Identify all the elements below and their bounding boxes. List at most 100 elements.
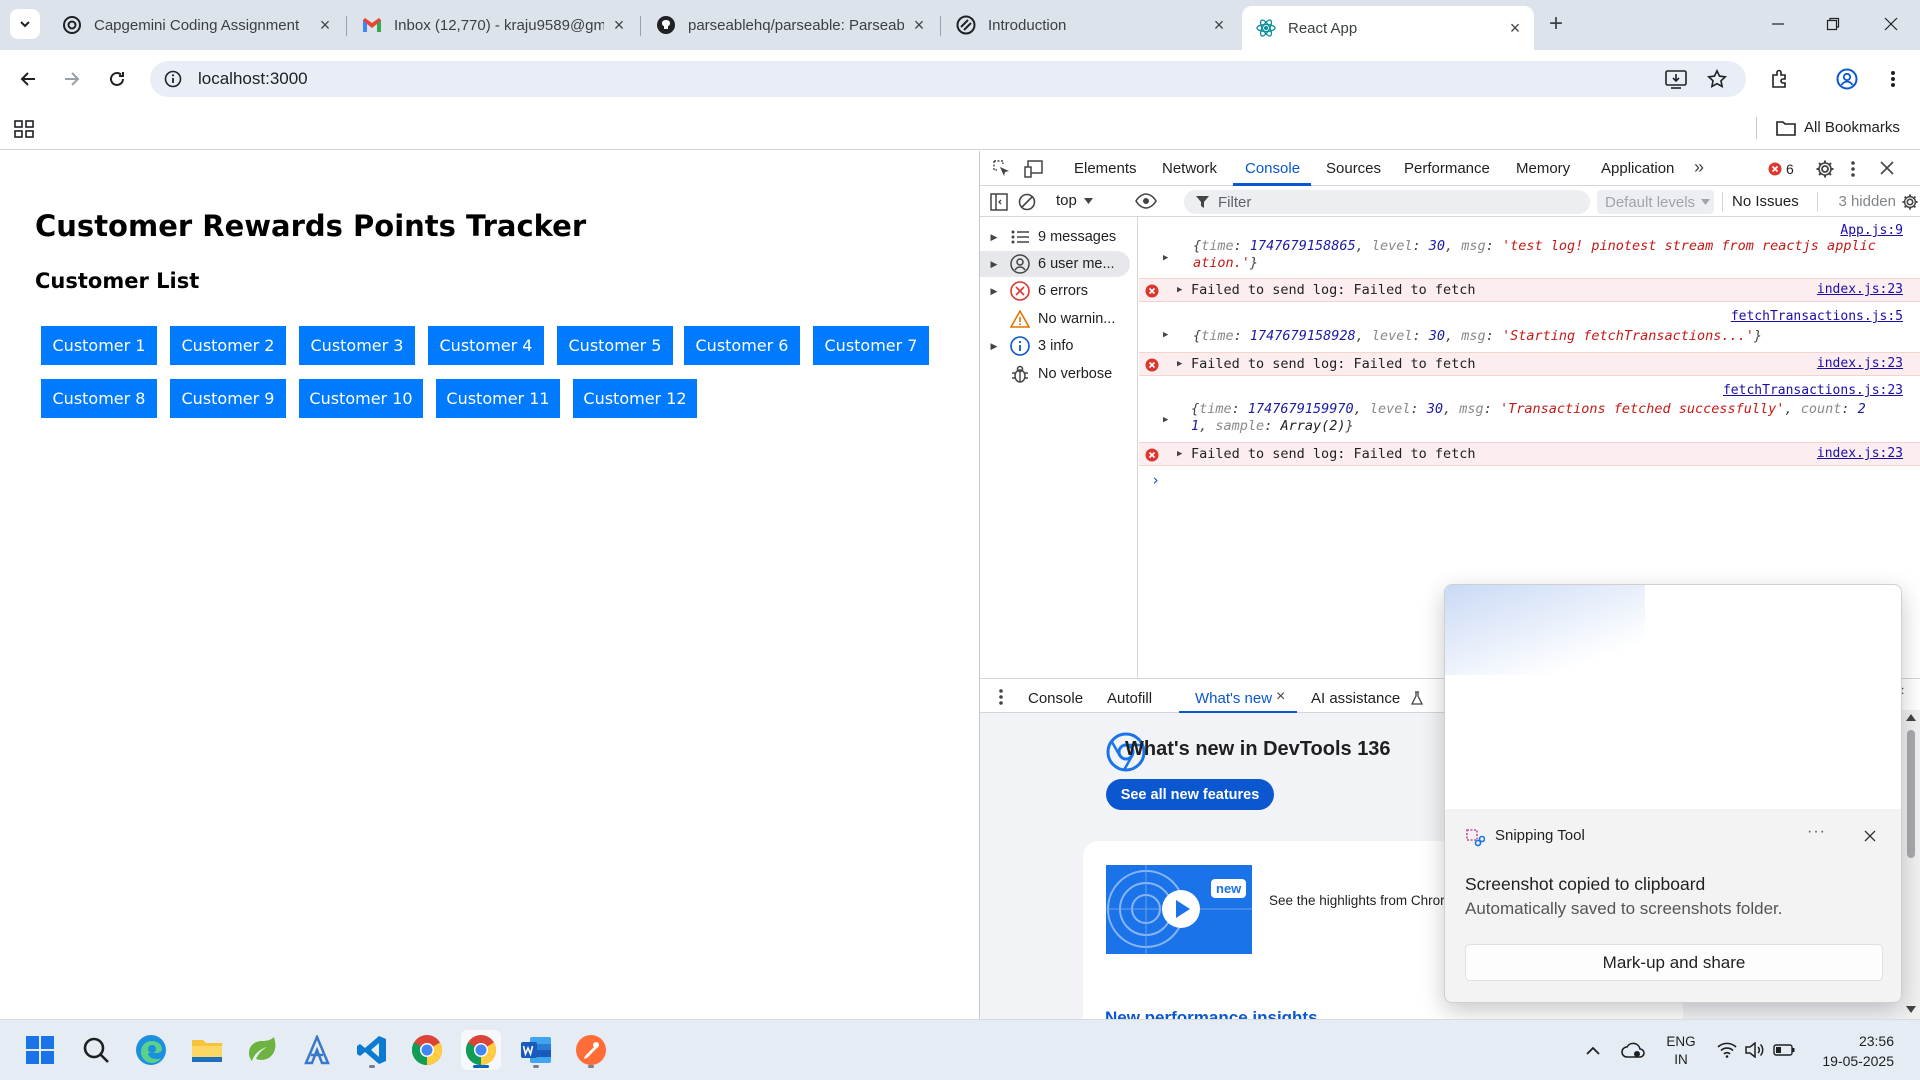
spring-app[interactable]: [242, 1030, 282, 1070]
customer-button[interactable]: Customer 3: [299, 326, 415, 365]
azure-data-studio-app[interactable]: [297, 1030, 337, 1070]
scrollbar-thumb[interactable]: [1907, 730, 1915, 858]
expand-arrow-icon[interactable]: ▶: [1163, 253, 1168, 263]
tab-gmail[interactable]: Inbox (12,770) - kraju9589@gm ×: [348, 9, 638, 41]
close-window-button[interactable]: [1868, 8, 1914, 40]
restore-button[interactable]: [1810, 8, 1856, 40]
customer-button[interactable]: Customer 5: [557, 326, 673, 365]
close-notification-icon[interactable]: [1864, 830, 1876, 842]
source-link[interactable]: index.js:23: [1817, 446, 1903, 461]
settings-gear-icon[interactable]: [1815, 159, 1835, 179]
expand-arrow-icon[interactable]: ▶: [1177, 359, 1182, 369]
volume-tray[interactable]: [1744, 1038, 1766, 1062]
source-link[interactable]: index.js:23: [1817, 356, 1903, 371]
address-bar[interactable]: [150, 61, 1746, 97]
bookmark-star-button[interactable]: [1700, 62, 1734, 96]
close-devtools-icon[interactable]: [1880, 161, 1894, 175]
new-tab-button[interactable]: +: [1542, 10, 1570, 38]
sidebar-item-verbose[interactable]: No verbose: [980, 361, 1138, 387]
video-thumbnail[interactable]: new: [1106, 865, 1252, 954]
back-button[interactable]: [11, 62, 45, 96]
see-all-features-button[interactable]: See all new features: [1106, 779, 1274, 810]
close-tab-icon[interactable]: ×: [316, 15, 334, 35]
sidebar-item-info[interactable]: ▶ 3 info: [980, 333, 1138, 359]
mark-up-and-share-button[interactable]: Mark-up and share: [1465, 944, 1883, 981]
console-error-message[interactable]: ▶ Failed to send log: Failed to fetch in…: [1139, 278, 1920, 302]
context-selector[interactable]: top: [1056, 192, 1093, 209]
device-toolbar-icon[interactable]: [1024, 159, 1046, 179]
extensions-button[interactable]: [1763, 62, 1797, 96]
expand-arrow-icon[interactable]: ▶: [1177, 285, 1182, 295]
drawer-tab-autofill[interactable]: Autofill: [1107, 690, 1152, 707]
chrome-app[interactable]: [407, 1030, 447, 1070]
sidebar-item-warnings[interactable]: No warnin...: [980, 306, 1138, 332]
reload-button[interactable]: [100, 62, 134, 96]
source-link[interactable]: App.js:9: [1840, 223, 1903, 238]
tab-sources[interactable]: Sources: [1326, 160, 1381, 177]
drawer-menu-icon[interactable]: [998, 688, 1004, 706]
sidebar-item-messages[interactable]: ▶ 9 messages: [980, 224, 1138, 250]
vscode-app[interactable]: [352, 1030, 392, 1070]
customer-button[interactable]: Customer 9: [170, 379, 286, 418]
wifi-tray[interactable]: [1716, 1038, 1738, 1062]
error-counter[interactable]: 6: [1768, 161, 1794, 177]
live-expression-eye-icon[interactable]: [1135, 193, 1157, 209]
more-tabs-icon[interactable]: »: [1694, 157, 1704, 178]
tab-console[interactable]: Console: [1245, 160, 1300, 177]
language-indicator[interactable]: ENG IN: [1662, 1031, 1700, 1071]
drawer-tab-console[interactable]: Console: [1028, 690, 1083, 707]
customer-button[interactable]: Customer 10: [299, 379, 423, 418]
expand-arrow-icon[interactable]: ▶: [1163, 415, 1168, 425]
log-levels-dropdown[interactable]: Default levels: [1597, 190, 1714, 214]
tab-introduction[interactable]: Introduction ×: [942, 9, 1238, 41]
word-app[interactable]: [516, 1030, 556, 1070]
battery-tray[interactable]: [1772, 1038, 1796, 1062]
tab-memory[interactable]: Memory: [1516, 160, 1570, 177]
profile-button[interactable]: [1830, 62, 1864, 96]
console-prompt[interactable]: ›: [1139, 469, 1920, 493]
console-log-message[interactable]: fetchTransactions.js:5 ▶ {time: 17476791…: [1139, 303, 1920, 351]
sidebar-item-errors[interactable]: ▶ 6 errors: [980, 278, 1138, 304]
customer-button[interactable]: Customer 11: [436, 379, 560, 418]
close-drawer-tab-icon[interactable]: ×: [1276, 688, 1285, 706]
customer-button[interactable]: Customer 6: [684, 326, 800, 365]
devtools-menu-icon[interactable]: [1850, 160, 1856, 178]
drawer-tab-whats-new[interactable]: What's new: [1195, 690, 1272, 707]
customer-button[interactable]: Customer 8: [41, 379, 157, 418]
close-tab-icon[interactable]: ×: [610, 15, 628, 35]
browser-menu-button[interactable]: [1876, 62, 1910, 96]
expand-arrow-icon[interactable]: ▶: [1177, 449, 1182, 459]
console-error-message[interactable]: ▶ Failed to send log: Failed to fetch in…: [1139, 442, 1920, 466]
scroll-up-icon[interactable]: [1906, 714, 1916, 721]
tab-capgemini[interactable]: Capgemini Coding Assignment ×: [48, 9, 344, 41]
all-bookmarks-button[interactable]: All Bookmarks: [1776, 119, 1900, 136]
customer-button[interactable]: Customer 4: [428, 326, 544, 365]
clear-console-icon[interactable]: [1018, 193, 1036, 211]
chrome-active-app[interactable]: [461, 1030, 501, 1070]
console-log-message[interactable]: fetchTransactions.js:23 ▶ {time: 1747679…: [1139, 377, 1920, 441]
more-options-button[interactable]: ···: [1807, 823, 1826, 841]
console-error-message[interactable]: ▶ Failed to send log: Failed to fetch in…: [1139, 352, 1920, 376]
forward-button[interactable]: [55, 62, 89, 96]
drawer-scrollbar[interactable]: [1902, 710, 1920, 1020]
tab-performance[interactable]: Performance: [1404, 160, 1490, 177]
drawer-tab-ai-assistance[interactable]: AI assistance: [1311, 690, 1400, 707]
inspect-element-icon[interactable]: [992, 159, 1012, 179]
source-link[interactable]: fetchTransactions.js:5: [1731, 309, 1903, 324]
apps-grid-icon[interactable]: [14, 120, 34, 138]
url-input[interactable]: [198, 69, 798, 89]
screenshot-preview[interactable]: [1445, 585, 1901, 809]
console-log-message[interactable]: App.js:9 ▶ {time: 1747679158865, level: …: [1139, 217, 1920, 277]
tab-react-app[interactable]: React App ×: [1242, 6, 1534, 50]
tab-elements[interactable]: Elements: [1074, 160, 1137, 177]
start-button[interactable]: [20, 1030, 60, 1070]
onedrive-tray[interactable]: [1619, 1038, 1647, 1062]
site-info-icon[interactable]: [164, 70, 182, 88]
console-settings-gear-icon[interactable]: [1901, 193, 1919, 211]
clock[interactable]: 23:56 19-05-2025: [1808, 1030, 1894, 1072]
show-hidden-icons-button[interactable]: [1583, 1038, 1603, 1062]
sidebar-item-user-messages[interactable]: ▶ 6 user me...: [980, 251, 1130, 277]
search-button[interactable]: [76, 1030, 116, 1070]
customer-button[interactable]: Customer 1: [41, 326, 157, 365]
tab-search-button[interactable]: [10, 9, 40, 39]
